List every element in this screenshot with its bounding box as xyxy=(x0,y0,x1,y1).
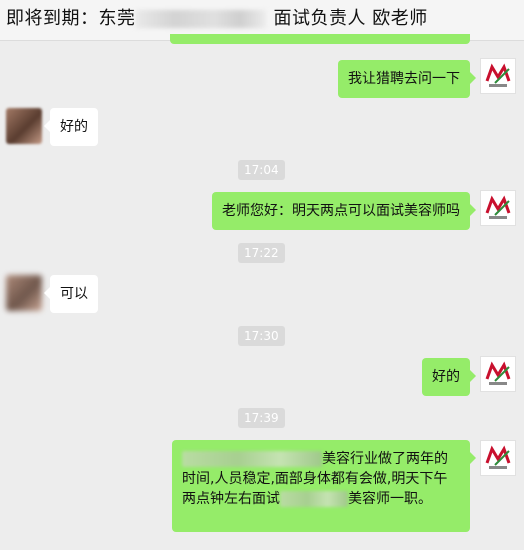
redacted-text xyxy=(182,451,322,467)
previous-message-bubble[interactable] xyxy=(170,34,470,44)
company-logo-icon xyxy=(485,361,511,385)
my-avatar[interactable] xyxy=(480,190,516,226)
my-avatar[interactable] xyxy=(480,440,516,476)
my-avatar[interactable] xyxy=(480,58,516,94)
timestamp: 17:22 xyxy=(238,243,285,263)
chat-title: 即将到期：东莞 面试负责人 欧老师 xyxy=(6,8,428,29)
timestamp: 17:30 xyxy=(238,326,285,346)
timestamp: 17:04 xyxy=(238,160,285,180)
company-logo-icon xyxy=(485,63,511,87)
my-avatar[interactable] xyxy=(480,356,516,392)
message-bubble-sent[interactable]: 老师您好：明天两点可以面试美容师吗 xyxy=(212,192,476,230)
timestamp: 17:39 xyxy=(238,408,285,428)
company-logo-icon xyxy=(485,195,511,219)
contact-avatar[interactable] xyxy=(6,108,42,144)
message-bubble-sent[interactable]: 美容行业做了两年的时间,人员稳定,面部身体都有会做,明天下午两点钟左右面试 美容师… xyxy=(172,440,476,532)
contact-avatar[interactable] xyxy=(6,275,42,311)
message-bubble-received[interactable]: 可以 xyxy=(44,275,98,313)
message-bubble-sent[interactable]: 我让猎聘去问一下 xyxy=(338,60,476,98)
company-logo-icon xyxy=(485,445,511,469)
message-bubble-received[interactable]: 好的 xyxy=(44,108,98,146)
message-bubble-sent[interactable]: 好的 xyxy=(422,358,476,396)
redacted-text xyxy=(280,491,348,507)
redacted-name xyxy=(135,10,266,28)
